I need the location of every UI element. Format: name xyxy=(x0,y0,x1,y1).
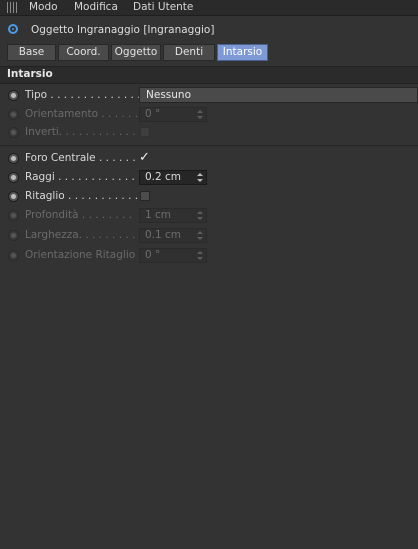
anim-radio-icon[interactable] xyxy=(8,191,19,202)
anim-radio-icon xyxy=(8,250,19,261)
separator xyxy=(0,145,418,146)
menu-dati-utente[interactable]: Dati Utente xyxy=(133,1,193,13)
menu-bar: Modo Modifica Dati Utente xyxy=(0,0,418,16)
row-ritaglio: Ritaglio . . . . . . . . . . . xyxy=(0,188,418,206)
grip-icon[interactable] xyxy=(7,2,19,13)
stepper-arrows-icon xyxy=(197,211,203,220)
profondita-field: 1 cm xyxy=(139,208,207,223)
stepper-arrows-icon xyxy=(197,231,203,240)
ritaglio-checkbox[interactable] xyxy=(140,191,150,201)
tipo-value: Nessuno xyxy=(146,89,191,101)
tab-intarsio[interactable]: Intarsio xyxy=(217,44,268,61)
ritaglio-label: Ritaglio . . . . . . . . . . . xyxy=(25,190,139,202)
tab-base[interactable]: Base xyxy=(7,44,56,61)
object-title-bar: Oggetto Ingranaggio [Ingranaggio] xyxy=(0,16,418,40)
orientazione-ritaglio-value: 0 ° xyxy=(145,249,161,261)
orientamento-label: Orientamento . . . . . . xyxy=(25,108,139,120)
orientazione-ritaglio-label: Orientazione Ritaglio xyxy=(25,249,136,261)
anim-radio-icon xyxy=(8,109,19,120)
menu-modo[interactable]: Modo xyxy=(29,1,58,13)
stepper-arrows-icon xyxy=(197,251,203,260)
row-orientazione-ritaglio: Orientazione Ritaglio 0 ° xyxy=(0,247,418,265)
orientamento-value: 0 ° xyxy=(145,108,161,120)
section-title: Intarsio xyxy=(7,68,53,80)
profondita-value: 1 cm xyxy=(145,209,172,221)
row-inverti: Inverti. . . . . . . . . . . . xyxy=(0,124,418,142)
row-orientamento: Orientamento . . . . . . 0 ° xyxy=(0,106,418,124)
orientamento-field: 0 ° xyxy=(139,107,207,122)
row-profondita: Profondità . . . . . . . . 1 cm xyxy=(0,207,418,225)
object-title: Oggetto Ingranaggio [Ingranaggio] xyxy=(31,24,215,36)
anim-radio-icon[interactable] xyxy=(8,153,19,164)
larghezza-value: 0.1 cm xyxy=(145,229,182,241)
menu-modifica[interactable]: Modifica xyxy=(74,1,118,13)
orientazione-ritaglio-field: 0 ° xyxy=(139,248,207,263)
row-foro-centrale: Foro Centrale . . . . . . ✓ xyxy=(0,150,418,168)
gear-object-icon xyxy=(8,24,18,34)
row-larghezza: Larghezza. . . . . . . . . . 0.1 cm xyxy=(0,227,418,245)
profondita-label: Profondità . . . . . . . . xyxy=(25,209,132,221)
anim-radio-icon xyxy=(8,210,19,221)
row-raggi: Raggi . . . . . . . . . . . . . 0.2 cm xyxy=(0,169,418,187)
tipo-dropdown[interactable]: Nessuno xyxy=(139,87,418,103)
larghezza-field: 0.1 cm xyxy=(139,228,207,243)
anim-radio-icon[interactable] xyxy=(8,90,19,101)
tab-coord[interactable]: Coord. xyxy=(58,44,109,61)
inverti-label: Inverti. . . . . . . . . . . . xyxy=(25,126,136,138)
larghezza-label: Larghezza. . . . . . . . . . xyxy=(25,229,143,241)
foro-centrale-checkbox[interactable]: ✓ xyxy=(139,150,150,166)
section-header: Intarsio xyxy=(0,66,418,84)
tab-denti[interactable]: Denti xyxy=(163,44,215,61)
raggi-field[interactable]: 0.2 cm xyxy=(139,170,207,185)
anim-radio-icon xyxy=(8,127,19,138)
raggi-value: 0.2 cm xyxy=(145,171,182,183)
tipo-label: Tipo . . . . . . . . . . . . . . xyxy=(25,89,141,101)
stepper-arrows-icon[interactable] xyxy=(197,173,203,182)
raggi-label: Raggi . . . . . . . . . . . . . xyxy=(25,171,142,183)
anim-radio-icon xyxy=(8,230,19,241)
row-tipo: Tipo . . . . . . . . . . . . . . Nessuno xyxy=(0,87,418,105)
tab-bar: Base Coord. Oggetto Denti Intarsio xyxy=(7,44,268,61)
anim-radio-icon[interactable] xyxy=(8,172,19,183)
foro-centrale-label: Foro Centrale . . . . . . xyxy=(25,152,136,164)
stepper-arrows-icon xyxy=(197,110,203,119)
tab-oggetto[interactable]: Oggetto xyxy=(111,44,161,61)
inverti-checkbox xyxy=(140,127,150,137)
